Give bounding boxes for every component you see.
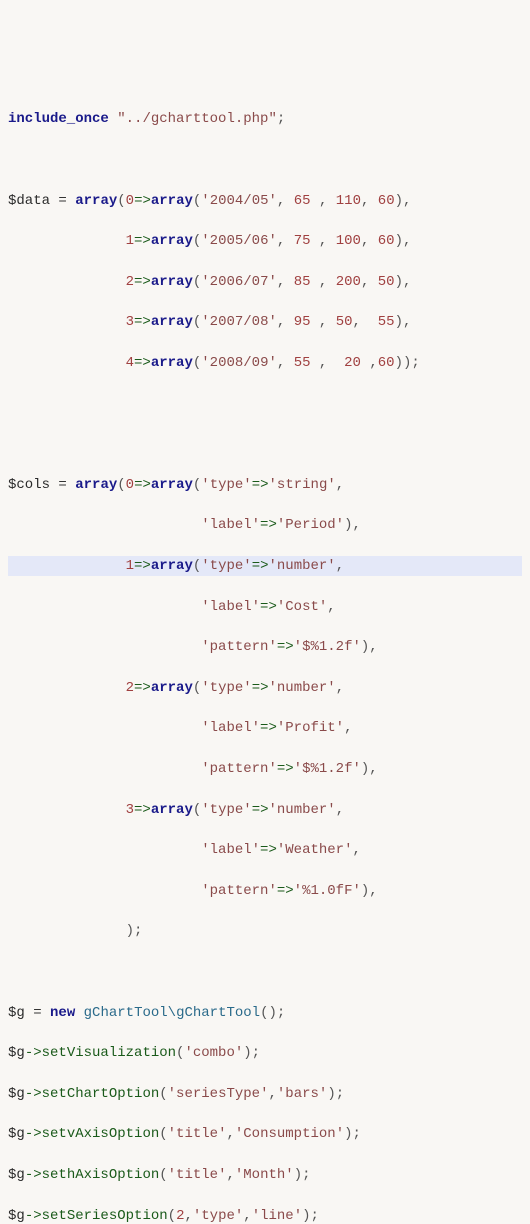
code-line: 3=>array('type'=>'number', (8, 800, 522, 820)
blank-line (8, 394, 522, 414)
code-line: $g->setvAxisOption('title','Consumption'… (8, 1124, 522, 1144)
code-line: 'label'=>'Period'), (8, 515, 522, 535)
blank-line (8, 962, 522, 982)
code-line: 'pattern'=>'$%1.2f'), (8, 637, 522, 657)
code-line: $g->setVisualization('combo'); (8, 1043, 522, 1063)
code-line: $data = array(0=>array('2004/05', 65 , 1… (8, 191, 522, 211)
blank-line (8, 434, 522, 454)
code-line: 'label'=>'Profit', (8, 718, 522, 738)
code-line: 'pattern'=>'%1.0fF'), (8, 881, 522, 901)
code-line: 2=>array('2006/07', 85 , 200, 50), (8, 272, 522, 292)
code-line: include_once "../gcharttool.php"; (8, 109, 522, 129)
code-line: ); (8, 921, 522, 941)
code-line: 'label'=>'Weather', (8, 840, 522, 860)
code-block: include_once "../gcharttool.php"; $data … (8, 89, 522, 1224)
code-line: 4=>array('2008/09', 55 , 20 ,60)); (8, 353, 522, 373)
code-line: 3=>array('2007/08', 95 , 50, 55), (8, 312, 522, 332)
code-line-highlighted: 1=>array('type'=>'number', (8, 556, 522, 576)
code-line: 2=>array('type'=>'number', (8, 678, 522, 698)
code-line: 'pattern'=>'$%1.2f'), (8, 759, 522, 779)
code-line: $g = new gChartTool\gChartTool(); (8, 1003, 522, 1023)
code-line: $g->sethAxisOption('title','Month'); (8, 1165, 522, 1185)
blank-line (8, 150, 522, 170)
code-line: 1=>array('2005/06', 75 , 100, 60), (8, 231, 522, 251)
code-line: 'label'=>'Cost', (8, 597, 522, 617)
code-line: $g->setSeriesOption(2,'type','line'); (8, 1206, 522, 1224)
code-line: $g->setChartOption('seriesType','bars'); (8, 1084, 522, 1104)
code-line: $cols = array(0=>array('type'=>'string', (8, 475, 522, 495)
